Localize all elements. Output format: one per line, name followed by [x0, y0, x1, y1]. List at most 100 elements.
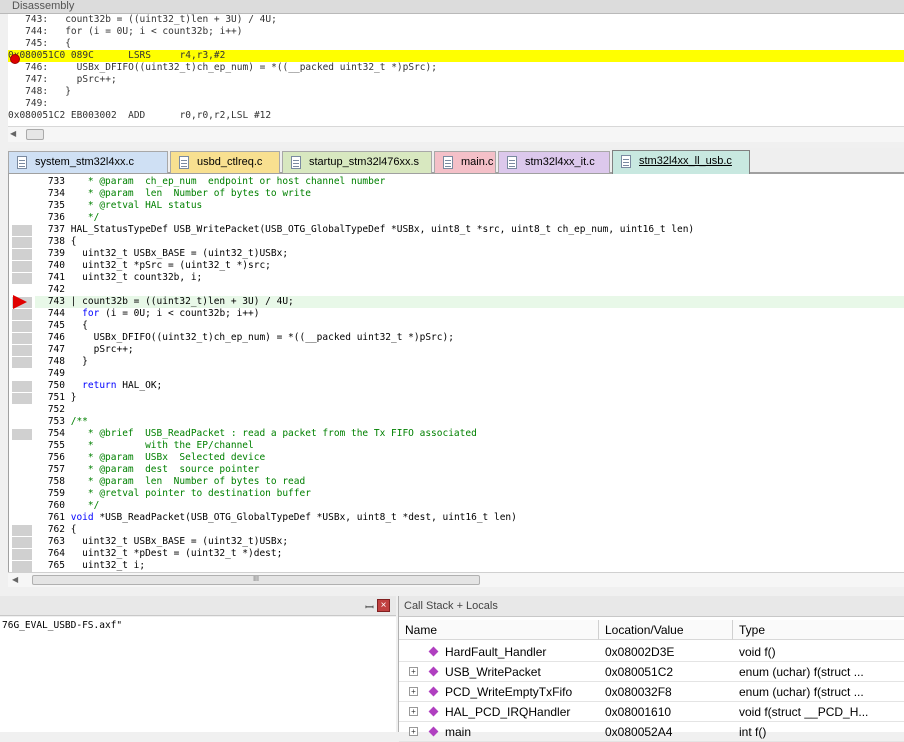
pin-icon[interactable]: ꟷ — [365, 600, 374, 615]
line-number: 748 — [47, 356, 65, 367]
code-line[interactable]: 743 | count32b = ((uint32_t)len + 3U) / … — [35, 296, 904, 308]
tab-startup-stm32l476xx-s[interactable]: startup_stm32l476xx.s — [282, 151, 432, 173]
code-line[interactable]: 742 — [35, 284, 904, 296]
callstack-row[interactable]: + HAL_PCD_IRQHandler 0x08001610 void f(stru… — [399, 702, 904, 722]
disassembly-hscrollbar[interactable]: ◀ — [8, 126, 904, 142]
keyword: return — [82, 380, 117, 391]
code-line[interactable]: 745 { — [35, 320, 904, 332]
code-line[interactable]: 756 * @param USBx Selected device — [35, 452, 904, 464]
disassembly-scroll-thumb[interactable] — [26, 129, 44, 140]
coverage-marker[interactable] — [12, 309, 32, 320]
tab-stm32l4xx-it-c[interactable]: stm32l4xx_it.c — [498, 151, 610, 173]
coverage-marker[interactable] — [12, 537, 32, 548]
column-header-name[interactable]: Name — [399, 620, 599, 640]
coverage-marker[interactable] — [12, 225, 32, 236]
disassembly-line[interactable]: 745: { — [8, 38, 904, 50]
code-line[interactable]: 733 * @param ch_ep_num endpoint or host … — [35, 176, 904, 188]
callstack-title: Call Stack + Locals — [399, 596, 904, 617]
column-header-location[interactable]: Location/Value — [599, 620, 733, 640]
coverage-marker[interactable] — [12, 429, 32, 440]
coverage-marker[interactable] — [12, 237, 32, 248]
code-line[interactable]: 744 for (i = 0U; i < count32b; i++) — [35, 308, 904, 320]
tab-stm32l4xx-ll-usb-c[interactable]: stm32l4xx_ll_usb.c — [612, 150, 750, 174]
code-line[interactable]: 757 * @param dest source pointer — [35, 464, 904, 476]
code-line[interactable]: 748 } — [35, 356, 904, 368]
coverage-marker[interactable] — [12, 261, 32, 272]
coverage-marker[interactable] — [12, 357, 32, 368]
coverage-marker[interactable] — [12, 333, 32, 344]
code-line[interactable]: 739 uint32_t USBx_BASE = (uint32_t)USBx; — [35, 248, 904, 260]
code-line[interactable]: 747 pSrc++; — [35, 344, 904, 356]
code-line[interactable]: 750 return HAL_OK; — [35, 380, 904, 392]
coverage-marker[interactable] — [12, 249, 32, 260]
disassembly-body[interactable]: 743: count32b = ((uint32_t)len + 3U) / 4… — [8, 14, 904, 126]
coverage-marker[interactable] — [12, 549, 32, 560]
coverage-marker[interactable] — [12, 381, 32, 392]
tab-label: startup_stm32l476xx.s — [309, 156, 420, 168]
coverage-marker[interactable] — [12, 273, 32, 284]
code-line[interactable]: 764 uint32_t *pDest = (uint32_t *)dest; — [35, 548, 904, 560]
code-line[interactable]: 755 * with the EP/channel — [35, 440, 904, 452]
coverage-marker[interactable] — [12, 345, 32, 356]
code-line[interactable]: 758 * @param len Number of bytes to read — [35, 476, 904, 488]
code-line[interactable]: 736 */ — [35, 212, 904, 224]
code-line[interactable]: 762 { — [35, 524, 904, 536]
type-value: void f() — [739, 645, 776, 659]
code-line[interactable]: 735 * @retval HAL status — [35, 200, 904, 212]
code-line[interactable]: 763 uint32_t USBx_BASE = (uint32_t)USBx; — [35, 536, 904, 548]
code-line[interactable]: 737 HAL_StatusTypeDef USB_WritePacket(US… — [35, 224, 904, 236]
callstack-row[interactable]: + main 0x080052A4 int f() — [399, 722, 904, 742]
line-number: 765 — [47, 560, 65, 571]
tab-system-stm32l4xx-c[interactable]: system_stm32l4xx.c — [8, 151, 168, 173]
file-icon — [17, 156, 27, 169]
code-line[interactable]: 741 uint32_t count32b, i; — [35, 272, 904, 284]
disassembly-line[interactable]: 743: count32b = ((uint32_t)len + 3U) / 4… — [8, 14, 904, 26]
code-line[interactable]: 760 */ — [35, 500, 904, 512]
coverage-marker[interactable] — [12, 321, 32, 332]
tab-main-c[interactable]: main.c — [434, 151, 496, 173]
code-line[interactable]: 752 — [35, 404, 904, 416]
disassembly-line[interactable]: 748: } — [8, 86, 904, 98]
code-line[interactable]: 740 uint32_t *pSrc = (uint32_t *)src; — [35, 260, 904, 272]
disassembly-line[interactable]: 747: pSrc++; — [8, 74, 904, 86]
coverage-marker[interactable] — [12, 561, 32, 572]
code-line[interactable]: 759 * @retval pointer to destination buf… — [35, 488, 904, 500]
code-line[interactable]: 746 USBx_DFIFO((uint32_t)ch_ep_num) = *(… — [35, 332, 904, 344]
scroll-left-icon[interactable]: ◀ — [10, 129, 22, 141]
disassembly-line[interactable]: 746: USBx_DFIFO((uint32_t)ch_ep_num) = *… — [8, 62, 904, 74]
code-line[interactable]: 734 * @param len Number of bytes to writ… — [35, 188, 904, 200]
column-header-type[interactable]: Type — [733, 620, 904, 640]
expand-icon[interactable]: + — [409, 667, 418, 676]
code-text: pSrc++; — [65, 344, 134, 355]
disassembly-line[interactable]: 744: for (i = 0U; i < count32b; i++) — [8, 26, 904, 38]
disassembly-line[interactable]: 0x080051C0 089C LSRS r4,r3,#2 — [8, 50, 904, 62]
code-line[interactable]: 749 — [35, 368, 904, 380]
expand-icon[interactable]: + — [409, 707, 418, 716]
scroll-left-icon[interactable]: ◀ — [12, 575, 18, 584]
code-line[interactable]: 765 uint32_t i; — [35, 560, 904, 572]
callstack-row[interactable]: + PCD_WriteEmptyTxFifo 0x080032F8 enum (uch… — [399, 682, 904, 702]
close-icon[interactable]: × — [377, 599, 390, 612]
code-line[interactable]: 738 { — [35, 236, 904, 248]
disassembly-line[interactable]: 0x080051C2 EB003002 ADD r0,r0,r2,LSL #12 — [8, 110, 904, 122]
tab-usbd-ctlreq-c[interactable]: usbd_ctlreq.c — [170, 151, 280, 173]
code-line[interactable]: 761 void *USB_ReadPacket(USB_OTG_GlobalT… — [35, 512, 904, 524]
current-line-arrow-icon[interactable] — [13, 295, 27, 309]
code-line[interactable]: 754 * @brief USB_ReadPacket : read a pac… — [35, 428, 904, 440]
code-text: { — [65, 320, 88, 331]
code-editor[interactable]: 733 * @param ch_ep_num endpoint or host … — [8, 174, 904, 574]
line-number: 739 — [47, 248, 65, 259]
editor-hscrollbar[interactable]: ◀ III — [8, 572, 904, 587]
callstack-row[interactable]: + USB_WritePacket 0x080051C2 enum (uchar) f… — [399, 662, 904, 682]
expand-icon[interactable]: + — [409, 687, 418, 696]
breakpoint-icon[interactable] — [10, 54, 20, 64]
callstack-row[interactable]: HardFault_Handler 0x08002D3E void f() — [399, 642, 904, 662]
disassembly-line[interactable]: 749: — [8, 98, 904, 110]
code-line[interactable]: 753 /** — [35, 416, 904, 428]
editor-gutter[interactable] — [9, 174, 35, 574]
editor-scroll-thumb[interactable]: III — [32, 575, 480, 585]
coverage-marker[interactable] — [12, 525, 32, 536]
tab-label: usbd_ctlreq.c — [197, 156, 263, 168]
coverage-marker[interactable] — [12, 393, 32, 404]
code-line[interactable]: 751 } — [35, 392, 904, 404]
